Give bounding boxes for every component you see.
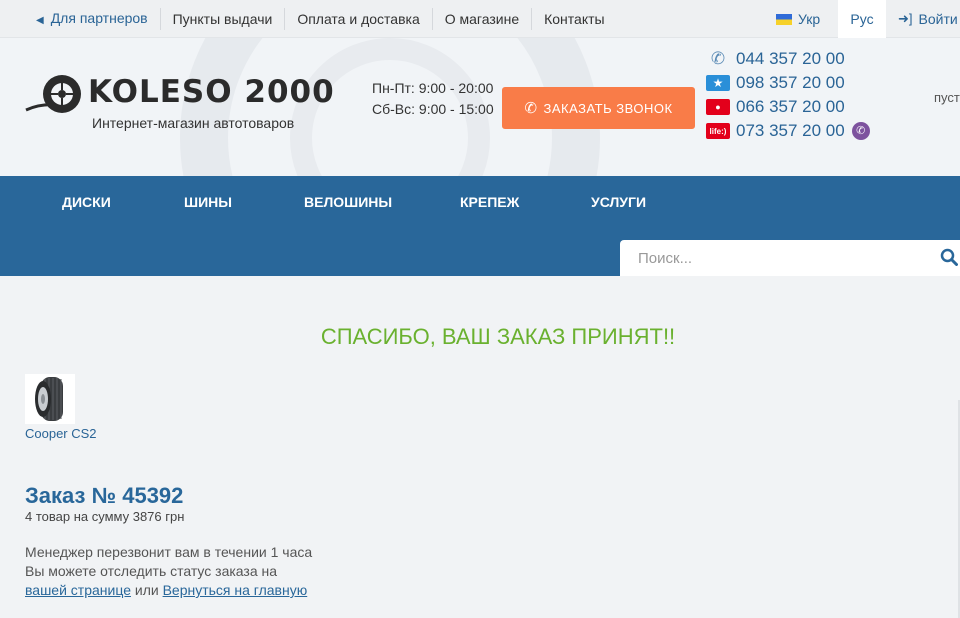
order-call-label: ЗАКАЗАТЬ ЗВОНОК <box>543 100 673 116</box>
lang-rus-label: Рус <box>850 11 874 27</box>
wheel-logo-icon <box>25 75 81 113</box>
login-label: Войти <box>918 11 958 27</box>
hours-weekdays: Пн-Пт: 9:00 - 20:00 <box>372 80 494 96</box>
chevron-left-icon: ◀ <box>36 14 44 26</box>
phone-icon: ✆ <box>524 100 538 117</box>
working-hours: Пн-Пт: 9:00 - 20:00 Сб-Вс: 9:00 - 15:00 <box>372 78 494 120</box>
search-box <box>620 240 960 276</box>
logo-subtitle: Интернет-магазин автотоваров <box>92 115 295 131</box>
order-number-heading: Заказ № 45392 <box>25 483 184 508</box>
top-bar: ◀ Для партнеров Пункты выдачи Оплата и до… <box>0 0 960 38</box>
phone-kyivstar[interactable]: ★ 098 357 20 00 <box>706 71 870 95</box>
header: KOLESO 2000 Интернет-магазин автотоваров… <box>0 38 960 176</box>
pickup-points-link[interactable]: Пункты выдачи <box>159 8 285 30</box>
phone-lifecell[interactable]: life:) 073 357 20 00 ✆ <box>706 119 870 143</box>
nav-fasteners[interactable]: КРЕПЕЖ <box>460 194 519 210</box>
order-links-line: вашей странице или Вернуться на главную <box>25 581 312 600</box>
nav-services[interactable]: УСЛУГИ <box>591 194 646 210</box>
top-nav: ◀ Для партнеров Пункты выдачи Оплата и до… <box>26 0 617 38</box>
phone-number: 066 357 20 00 <box>736 97 845 116</box>
ukraine-flag-icon <box>776 13 792 25</box>
order-tracking-note: Вы можете отследить статус заказа на <box>25 563 278 579</box>
main-nav: ДИСКИ ШИНЫ ВЕЛОШИНЫ КРЕПЕЖ УСЛУГИ <box>0 176 960 276</box>
back-home-link[interactable]: Вернуться на главную <box>163 582 308 598</box>
logo[interactable]: KOLESO 2000 Интернет-магазин автотоваров <box>24 72 334 132</box>
payment-delivery-link[interactable]: Оплата и доставка <box>284 8 431 30</box>
login-link[interactable]: ➜] Войти <box>898 0 958 38</box>
phone-vodafone[interactable]: ● 066 357 20 00 <box>706 95 870 119</box>
nav-bike-tires[interactable]: ВЕЛОШИНЫ <box>304 194 392 210</box>
vodafone-icon: ● <box>706 99 730 115</box>
kyivstar-icon: ★ <box>706 75 730 91</box>
contacts-link[interactable]: Контакты <box>531 8 616 30</box>
landline-phone-icon: ✆ <box>710 49 726 68</box>
search-icon[interactable] <box>940 248 958 266</box>
phone-kyivstar-landline[interactable]: ✆ 044 357 20 00 <box>706 47 870 71</box>
product-image[interactable] <box>25 374 75 424</box>
nav-tires[interactable]: ШИНЫ <box>184 194 232 210</box>
order-summary: 4 товар на сумму 3876 грн <box>25 509 185 524</box>
search-input[interactable] <box>620 240 920 276</box>
phone-number: 044 357 20 00 <box>736 49 845 68</box>
about-link[interactable]: О магазине <box>431 8 531 30</box>
partners-link[interactable]: ◀ Для партнеров <box>26 7 160 32</box>
logo-text: KOLESO 2000 <box>88 74 335 110</box>
lang-rus-link[interactable]: Рус <box>838 0 886 38</box>
order-info: Менеджер перезвонит вам в течении 1 часа… <box>25 543 312 600</box>
sign-in-icon: ➜] <box>898 11 913 26</box>
ordered-product: Cooper CS2 <box>25 374 97 441</box>
order-success-message: СПАСИБО, ВАШ ЗАКАЗ ПРИНЯТ!! <box>320 324 676 349</box>
tire-icon <box>35 377 63 421</box>
lifecell-icon: life:) <box>706 123 730 139</box>
nav-disks[interactable]: ДИСКИ <box>62 194 111 210</box>
manager-callback-note: Менеджер перезвонит вам в течении 1 часа <box>25 544 313 560</box>
phone-number: 073 357 20 00 <box>736 121 845 140</box>
your-page-link[interactable]: вашей странице <box>25 582 131 598</box>
hours-weekend: Сб-Вс: 9:00 - 15:00 <box>372 101 494 117</box>
phone-list: ✆ 044 357 20 00 ★ 098 357 20 00 ● 066 35… <box>706 47 870 143</box>
or-text: или <box>134 582 159 598</box>
phone-number: 098 357 20 00 <box>736 73 845 92</box>
lang-ukr-label: Укр <box>798 11 821 27</box>
order-call-button[interactable]: ✆ ЗАКАЗАТЬ ЗВОНОК <box>502 87 695 129</box>
cart-status[interactable]: пуст <box>934 90 960 105</box>
viber-icon: ✆ <box>851 122 870 140</box>
lang-ukr-link[interactable]: Укр <box>776 0 820 38</box>
partners-label: Для партнеров <box>50 9 148 26</box>
product-name-link[interactable]: Cooper CS2 <box>25 426 97 441</box>
